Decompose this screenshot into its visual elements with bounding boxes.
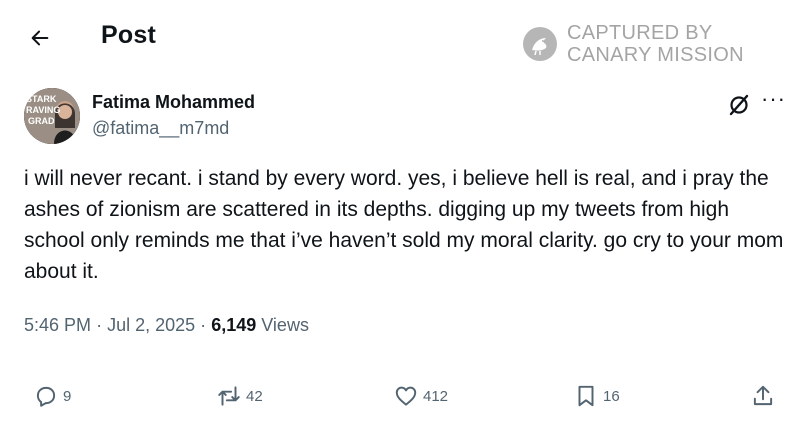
- reply-button[interactable]: 9: [33, 378, 71, 414]
- more-icon: ···: [761, 86, 786, 111]
- like-count: 412: [423, 387, 449, 405]
- post-meta: 5:46 PM · Jul 2, 2025 · 6,149 Views: [24, 315, 309, 336]
- arrow-left-icon: [31, 30, 49, 46]
- reply-count: 9: [63, 387, 72, 405]
- views-count: 6,149: [211, 315, 257, 335]
- bookmark-button[interactable]: 16: [573, 378, 620, 414]
- post-date[interactable]: Jul 2, 2025: [107, 315, 195, 335]
- avatar[interactable]: STARK RAVING GRAD: [24, 88, 80, 144]
- repost-icon: [218, 386, 240, 406]
- author-handle[interactable]: @fatima__m7md: [92, 118, 229, 139]
- canary-mission-watermark: CAPTURED BY CANARY MISSION: [522, 22, 744, 66]
- bookmark-count: 16: [603, 387, 620, 405]
- avatar-text-1: STARK: [26, 94, 57, 104]
- bookmark-icon: [578, 385, 594, 407]
- watermark-text: CAPTURED BY CANARY MISSION: [567, 22, 744, 66]
- author-name[interactable]: Fatima Mohammed: [92, 92, 255, 113]
- canary-logo-icon: [523, 27, 557, 61]
- grok-button[interactable]: [726, 92, 752, 118]
- post-time[interactable]: 5:46 PM: [24, 315, 91, 335]
- post-body: i will never recant. i stand by every wo…: [24, 167, 784, 283]
- heart-icon: [395, 386, 417, 406]
- repost-count: 42: [246, 387, 263, 405]
- reply-icon: [36, 386, 56, 407]
- views-label: Views: [261, 315, 309, 335]
- avatar-image: STARK RAVING GRAD: [24, 88, 80, 144]
- watermark-line-2: CANARY MISSION: [567, 44, 744, 66]
- more-button[interactable]: ···: [761, 88, 785, 112]
- avatar-text-2: RAVING: [26, 105, 60, 115]
- like-button[interactable]: 412: [393, 378, 448, 414]
- share-icon: [753, 385, 773, 406]
- action-bar: 9 42 412 16: [0, 378, 800, 414]
- avatar-text-3: GRAD: [28, 116, 55, 126]
- meta-separator-2: ·: [200, 315, 207, 335]
- repost-button[interactable]: 42: [216, 378, 263, 414]
- meta-separator: ·: [96, 315, 103, 335]
- page-title: Post: [101, 21, 156, 49]
- grok-icon: [729, 94, 749, 116]
- back-button[interactable]: [24, 22, 56, 54]
- watermark-line-1: CAPTURED BY: [567, 22, 713, 44]
- share-button[interactable]: [750, 378, 776, 414]
